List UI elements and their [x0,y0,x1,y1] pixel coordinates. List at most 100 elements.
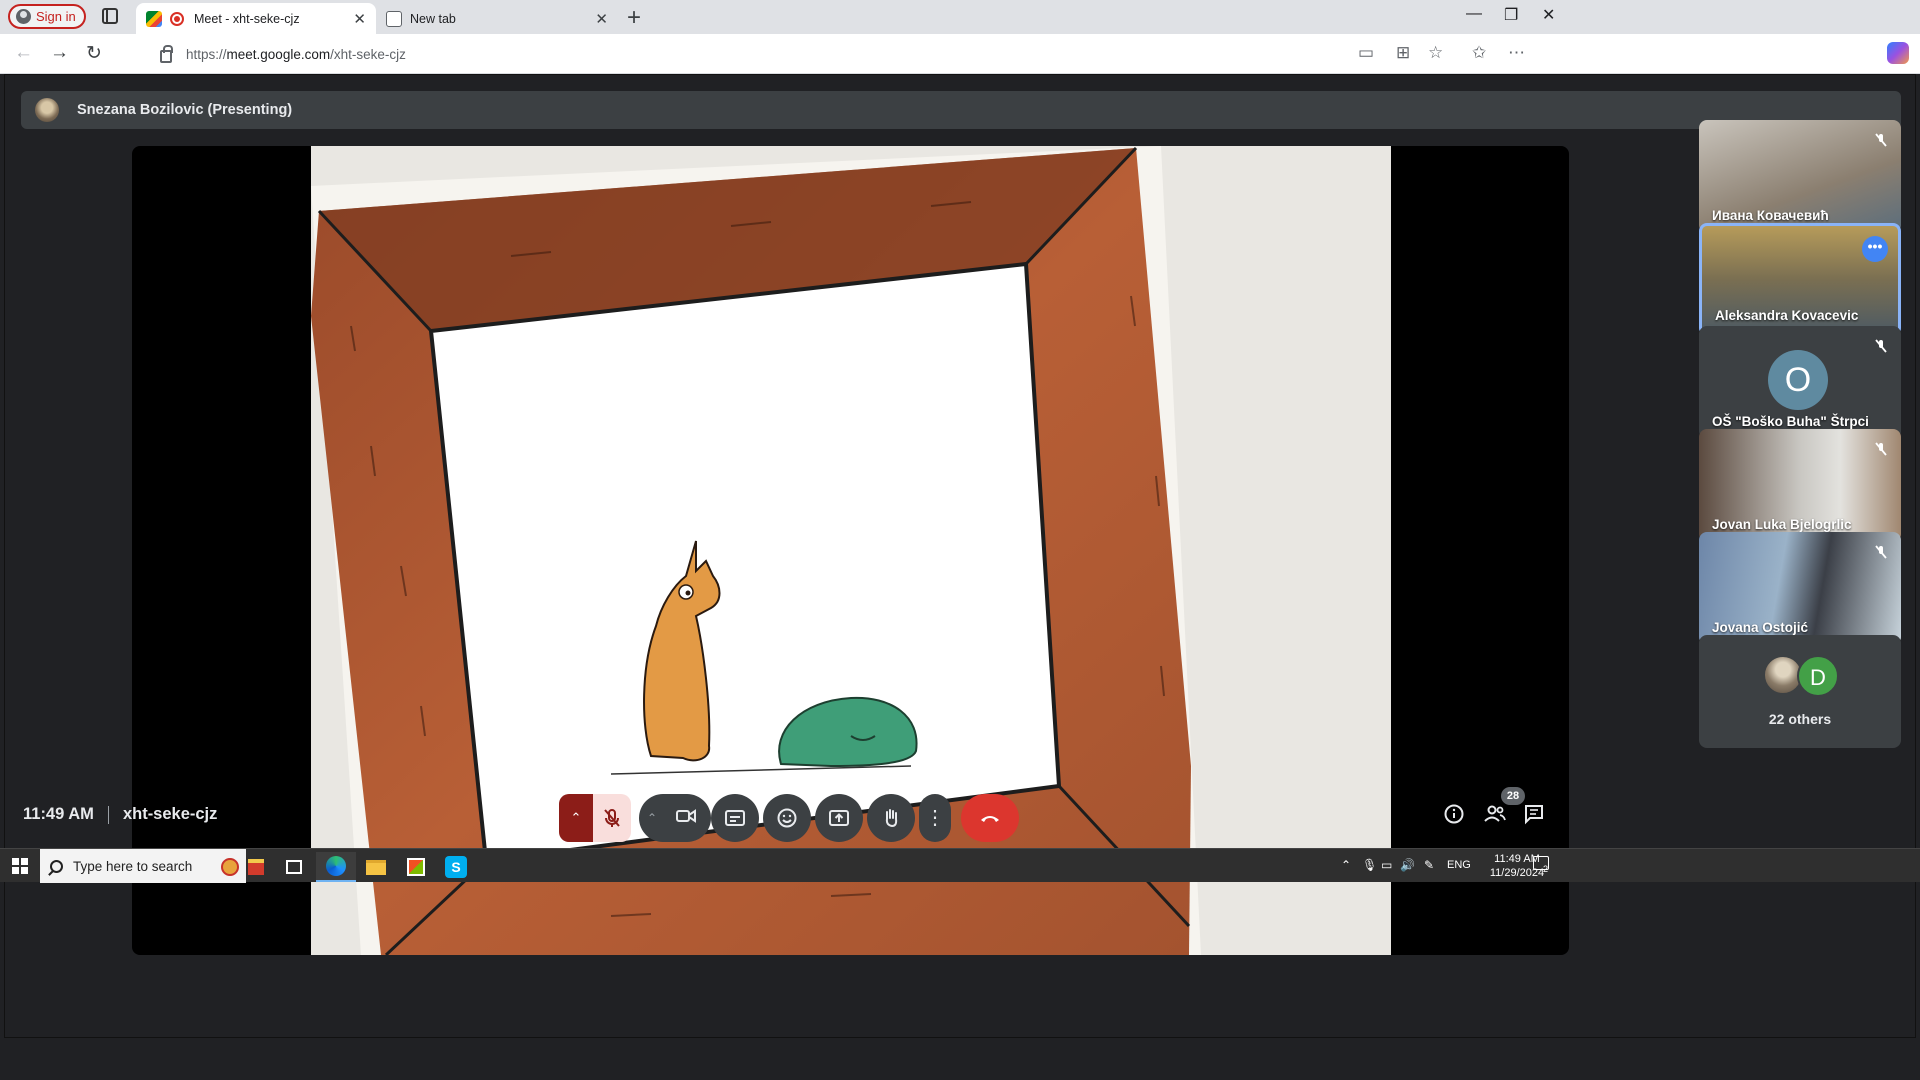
close-tab-icon[interactable]: ✕ [595,10,608,28]
meeting-code: xht-seke-cjz [122,805,218,823]
mic-off-icon [1875,133,1887,147]
copilot-icon[interactable] [1887,42,1909,64]
pen-icon[interactable]: ✎ [1424,858,1434,872]
participant-tile[interactable]: Jovana Ostojić [1699,532,1901,645]
raise-hand-button[interactable] [867,794,915,842]
signin-label: Sign in [36,9,76,24]
meeting-time: 11:49 AM [23,805,94,823]
camera-in-use-icon[interactable]: ▭ [1358,43,1374,63]
mic-off-icon [604,809,620,827]
restore-icon[interactable]: ❐ [1504,5,1518,25]
favorites-icon[interactable]: ✩ [1472,43,1486,63]
people-button[interactable] [1483,803,1507,830]
favorite-star-icon[interactable]: ☆ [1428,43,1443,63]
alarm-clock-icon[interactable] [216,852,244,882]
participant-avatar: O [1768,350,1828,410]
participant-name: Jovan Luka Bjelogrlic [1712,517,1852,532]
meeting-info: 11:49 AM xht-seke-cjz [23,805,217,824]
presenter-bar: Snezana Bozilovic (Presenting) [21,91,1901,129]
camera-control: ⌃ [639,794,711,842]
show-hidden-icons[interactable]: ⌃ [1341,858,1351,872]
participant-name: Aleksandra Kovacevic [1715,308,1859,323]
more-options-button[interactable]: ⋮ [919,794,951,842]
camera-icon [676,808,696,823]
url-text: https://meet.google.com/xht-seke-cjz [186,46,406,62]
search-icon [50,859,63,873]
microphone-tray-icon[interactable]: 🎙 [1362,858,1377,872]
closed-captions-icon [725,810,745,826]
profile-icon [16,9,31,24]
divider [107,805,109,824]
search-placeholder: Type here to search [73,858,193,874]
windows-taskbar: Type here to search S ⌃ 🎙 ▭ 🔊 ✎ ENG 11:4… [0,848,1920,883]
hang-up-icon [981,816,999,822]
notifications-icon[interactable]: 2 [1533,856,1549,874]
recording-icon [170,11,184,26]
signin-button[interactable]: Sign in [8,4,86,29]
others-count-label: 22 others [1768,711,1832,727]
participant-name: OŠ "Boško Buha" Štrpci [1712,414,1869,429]
present-now-button[interactable] [815,794,863,842]
raise-hand-icon [885,809,898,828]
more-vert-icon: ⋮ [925,807,945,829]
browser-titlebar: Sign in Meet - xht-seke-cjz ✕ New tab ✕ … [0,0,1920,34]
close-window-icon[interactable]: ✕ [1542,5,1555,25]
presenter-label: Snezana Bozilovic (Presenting) [77,102,293,118]
volume-icon[interactable]: 🔊 [1400,858,1415,872]
skype-icon[interactable]: S [436,852,476,882]
mic-off-icon [1875,339,1887,353]
lock-icon[interactable] [160,44,173,63]
mic-off-icon [1875,442,1887,456]
more-menu-icon[interactable]: ⋯ [1508,43,1525,63]
forward-icon[interactable]: → [50,42,69,64]
mic-off-icon [1875,545,1887,559]
newtab-favicon-icon [386,10,402,27]
more-options-icon[interactable]: ••• [1862,236,1888,262]
tab-title: Meet - xht-seke-cjz [194,11,300,26]
new-tab-button[interactable]: + [627,4,641,32]
participant-tile[interactable]: O OŠ "Boško Buha" Štrpci [1699,326,1901,439]
leave-call-button[interactable] [961,794,1019,842]
tab-title: New tab [410,11,456,26]
reload-icon[interactable]: ↻ [86,42,102,65]
close-tab-icon[interactable]: ✕ [353,10,366,28]
tab-actions-icon[interactable] [102,8,118,24]
app-install-icon[interactable]: ⊞ [1396,43,1410,63]
meet-window: Snezana Bozilovic (Presenting) Ивана Ков… [4,74,1916,1038]
meeting-details-button[interactable] [1443,803,1465,830]
tab-meet[interactable]: Meet - xht-seke-cjz ✕ [136,3,376,34]
gift-icon[interactable] [244,852,268,882]
video-settings-chevron-icon[interactable]: ⌃ [647,811,657,825]
reactions-button[interactable] [763,794,811,842]
audio-settings-chevron-icon[interactable]: ⌃ [559,794,593,842]
presenter-avatar [35,98,59,122]
back-icon[interactable]: ← [14,42,33,64]
chat-button[interactable] [1523,803,1545,830]
task-view-icon[interactable] [274,852,314,882]
windows-start-icon[interactable] [12,858,28,874]
tab-newtab[interactable]: New tab ✕ [380,3,618,34]
mic-off-button[interactable] [593,794,631,842]
file-explorer-icon[interactable] [356,852,396,882]
participant-tile[interactable]: Jovan Luka Bjelogrlic [1699,429,1901,542]
people-icon [1484,805,1506,822]
others-tile[interactable]: D 22 others [1699,635,1901,748]
chat-icon [1525,805,1543,825]
participant-tile-speaking[interactable]: ••• Aleksandra Kovacevic [1699,223,1901,336]
network-icon[interactable]: ▭ [1381,858,1392,872]
microsoft-store-icon[interactable] [396,852,436,882]
participant-avatar: D [1797,655,1839,697]
camera-button[interactable] [675,805,697,832]
captions-button[interactable] [711,794,759,842]
present-screen-icon [829,810,849,826]
participant-name: Jovana Ostojić [1712,620,1809,635]
microphone-control: ⌃ [559,794,631,842]
notifications-count: 2 [1543,864,1549,874]
emoji-icon [777,808,797,828]
address-bar: ← → ↻ https://meet.google.com/xht-seke-c… [0,34,1920,74]
minimize-icon[interactable]: — [1466,5,1482,23]
participant-tile[interactable]: Ивана Ковачевић [1699,120,1901,233]
language-indicator[interactable]: ENG [1447,859,1471,871]
edge-browser-icon[interactable] [316,852,356,882]
meet-favicon-icon [146,10,162,27]
